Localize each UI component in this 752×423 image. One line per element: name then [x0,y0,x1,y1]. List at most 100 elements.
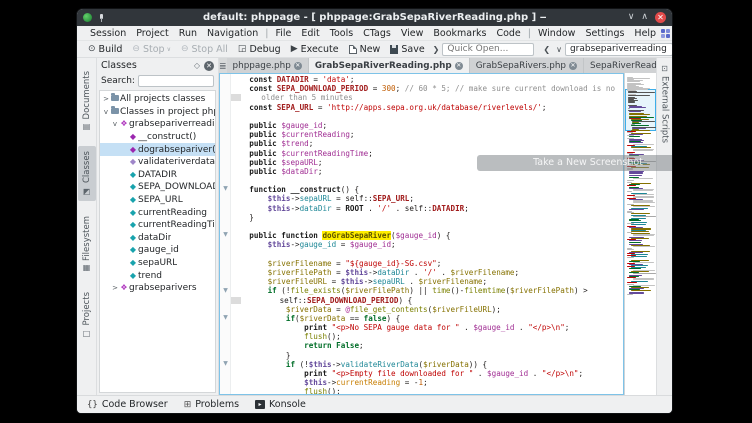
code-token: = [327,277,341,286]
build-button[interactable]: ⊙Build [83,44,127,55]
sidebar-tab-documents[interactable]: Documents▤ [78,66,96,136]
new-button[interactable]: New [344,44,386,55]
fold-arrow-icon[interactable]: ▼ [221,287,230,294]
close-panel-icon[interactable]: ✕ [204,61,214,71]
maximize-button[interactable]: ∧ [641,13,648,22]
menu-view[interactable]: View [396,28,429,39]
execute-button[interactable]: ▶Execute [286,44,344,55]
code-token: = [332,268,346,277]
menu-tools[interactable]: Tools [325,28,358,39]
tree-item[interactable]: ◆currentReading [100,206,215,219]
sidebar-tab-external-scripts[interactable]: External Scripts [660,76,670,143]
code-line: $riverFilePath = $this->dataDir . '/' . … [231,268,623,277]
projects-icon: □ [83,329,91,338]
menu-session[interactable]: Session [85,28,131,39]
statusbar-problems[interactable]: ⊞Problems [184,399,239,410]
tree-item[interactable]: ◆gauge_id [100,244,215,257]
tree-expander-icon[interactable]: > [111,284,119,292]
tree-item[interactable]: ◆validateriverdata(mixed) [100,156,215,169]
code-line: flush(); [231,332,623,341]
toolbar-overflow-chevron[interactable]: ❯ [430,45,443,54]
area-switcher-icon[interactable] [661,29,670,38]
close-button[interactable]: ✕ [655,12,666,23]
minimap-line [629,142,643,143]
code-line: $riverFileURL = $this->sepaURL . $riverF… [231,277,623,286]
tree-item[interactable]: ◆DATADIR [100,169,215,182]
fold-icon-border[interactable]: ▼ ▼ ▼ ▼ ▼ [220,74,231,394]
pin-icon[interactable] [97,14,105,22]
minimap-scrollbar[interactable] [624,73,656,395]
code-token: ; [542,103,547,112]
tree-item[interactable]: ◆trend [100,269,215,282]
code-line: if (!file_exists($riverFilePath) || time… [231,286,623,295]
code-token: public [249,158,281,167]
menu-edit[interactable]: Edit [296,28,324,39]
code-token: ROOT [345,204,363,213]
code-token: print [304,369,331,378]
statusbar-code-browser[interactable]: {}Code Browser [87,399,168,410]
tree-item[interactable]: ◆dataDir [100,232,215,245]
menu-bookmarks[interactable]: Bookmarks [428,28,491,39]
tab-close-icon[interactable]: ✕ [455,62,463,70]
tree-item[interactable]: ◆SEPA_URL [100,194,215,207]
nav-back-button[interactable]: ❮ [540,45,553,54]
tree-expander-icon[interactable]: v [102,108,110,116]
tree-expander-icon[interactable]: > [102,95,110,103]
document-list-icon[interactable]: ≣ [219,62,227,73]
tree-item[interactable]: ◆dograbsepariver(mixed) [100,143,215,156]
tree-item[interactable]: >❖grabseparivers [100,282,215,295]
dropdown-arrow-icon: ∨ [167,46,171,53]
menu-ctags[interactable]: CTags [358,28,396,39]
identifier-search-input[interactable] [565,43,673,56]
menu-help[interactable]: Help [629,28,661,39]
quick-open-input[interactable] [442,43,534,56]
folder-icon [110,95,120,103]
code-token: if [286,360,295,369]
sidebar-tab-filesystem[interactable]: Filesystem▦ [78,211,96,278]
nav-back-dropdown[interactable]: ∨ [553,45,565,54]
titlebar[interactable]: default: phppage - [ phppage:GrabSepaRiv… [77,9,672,26]
code-token: $dataDir [281,167,318,176]
tree-item[interactable]: v❖grabsepariverreading [100,118,215,131]
debug-button[interactable]: ◲Debug [233,44,286,55]
tree-item[interactable]: ◆SEPA_DOWNLOAD_PERIOD [100,181,215,194]
menubar-separator: | [263,28,270,39]
sidebar-tab-classes[interactable]: Classes◩ [78,146,96,200]
detach-panel-icon[interactable]: ◇ [194,61,200,70]
menu-navigation[interactable]: Navigation [202,28,263,39]
editor-view[interactable]: ▼ ▼ ▼ ▼ ▼ const DATADIR = 'data'; const SEPA… [219,73,624,395]
tab-close-icon[interactable]: ✕ [294,62,302,70]
tab-close-icon[interactable]: ✕ [569,62,577,70]
menu-project[interactable]: Project [131,28,174,39]
editor-tab-phppage.php[interactable]: phppage.php✕ [227,58,309,73]
fold-arrow-icon[interactable]: ▼ [221,185,230,192]
minimap-line [633,202,655,203]
minimize-button[interactable]: ∨ [628,13,635,22]
statusbar-konsole[interactable]: ▸Konsole [255,399,306,410]
editor-tab-GrabSepaRiverReading.php[interactable]: GrabSepaRiverReading.php✕ [309,58,470,73]
menu-settings[interactable]: Settings [580,28,629,39]
sidebar-tab-projects[interactable]: Projects□ [78,287,96,343]
menu-window[interactable]: Window [533,28,580,39]
editor-tab-GrabSepaRivers.php[interactable]: GrabSepaRivers.php✕ [470,58,584,73]
tree-item[interactable]: ◆sepaURL [100,257,215,270]
classes-panel-title: Classes [101,60,190,71]
tree-item[interactable]: vClasses in project phppage [100,106,215,119]
tree-item[interactable]: ◆__construct() [100,131,215,144]
line-wrap-marker [231,297,241,304]
classes-search-input[interactable] [138,75,214,87]
code-token: -> [368,268,377,277]
fold-arrow-icon[interactable]: ▼ [221,231,230,238]
menu-code[interactable]: Code [491,28,525,39]
menu-run[interactable]: Run [174,28,202,39]
save-button[interactable]: Save [385,44,429,55]
tree-expander-icon[interactable]: v [111,120,119,128]
code-area[interactable]: const DATADIR = 'data'; const SEPA_DOWNL… [231,74,623,394]
tree-item[interactable]: >All projects classes [100,93,215,106]
fold-arrow-icon[interactable]: ▼ [221,314,230,321]
menu-file[interactable]: File [270,28,296,39]
code-token: file_exists [290,286,340,295]
tree-item[interactable]: ◆currentReadingTime [100,219,215,232]
fold-arrow-icon[interactable]: ▼ [221,360,230,367]
code-token: older than 5 minutes [261,93,352,102]
